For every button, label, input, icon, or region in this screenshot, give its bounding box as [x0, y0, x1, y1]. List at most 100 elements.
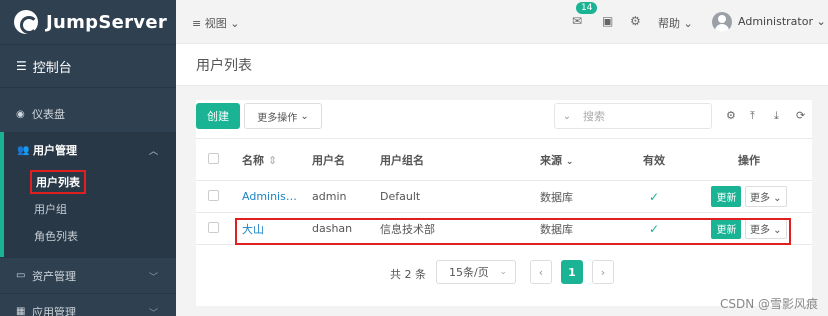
mail-icon[interactable]: ✉ [572, 14, 582, 28]
select-all-checkbox[interactable] [208, 152, 219, 164]
check-icon: ✓ [648, 221, 660, 236]
sidebar-item-app-management[interactable]: ▦ 应用管理 ﹀ [0, 293, 176, 316]
user-valid: ✓ [622, 212, 686, 245]
user-source: 数据库 [534, 180, 622, 213]
chevron-right-icon: › [600, 265, 606, 279]
sidebar-item-label: 仪表盘 [32, 108, 65, 121]
chevron-down-icon[interactable]: ⌄ [555, 111, 579, 122]
chevron-down-icon: ⌄ [499, 267, 507, 277]
sidebar-group-users: 👥 用户管理 ︿ 用户列表 用户组 角色列表 [0, 132, 176, 257]
table-header-row: 名称 ⇕ 用户名 用户组名 来源 ⌄ 有效 操作 [196, 138, 812, 181]
page-button[interactable]: 1 [561, 260, 583, 284]
download-icon[interactable]: ⤓ [774, 109, 779, 123]
sort-icon[interactable]: ⇕ [268, 154, 277, 167]
refresh-icon[interactable]: ⟳ [796, 109, 805, 122]
sliders-icon: ☰ [16, 59, 27, 73]
user-menu[interactable]: Administrator ⌄ [738, 15, 826, 28]
pagination: 共 2 条 15条/页 ⌄ ‹ 1 › [196, 258, 812, 288]
user-table: 名称 ⇕ 用户名 用户组名 来源 ⌄ 有效 操作 Adminis… admin … [196, 138, 812, 245]
page-size-select[interactable]: 15条/页 ⌄ [436, 260, 516, 284]
update-button[interactable]: 更新 [711, 186, 742, 207]
check-icon: ✓ [648, 189, 660, 204]
user-name-link[interactable]: 大山 [236, 212, 306, 245]
logo-text: JumpServer [46, 11, 168, 33]
avatar[interactable] [712, 12, 732, 32]
user-source: 数据库 [534, 212, 622, 245]
user-username: dashan [306, 212, 374, 245]
chevron-down-icon: ⌄ [816, 15, 826, 28]
chevron-left-icon: ‹ [538, 265, 544, 279]
terminal-icon[interactable]: ▣ [602, 14, 613, 28]
help-menu[interactable]: 帮助 ⌄ [658, 15, 693, 31]
pagination-total: 共 2 条 [390, 268, 426, 281]
chevron-down-icon: ⌄ [565, 156, 574, 167]
jumpserver-logo-icon [14, 10, 38, 34]
more-dropdown[interactable]: 更多 ⌄ [744, 218, 787, 239]
user-valid: ✓ [622, 180, 686, 213]
help-label: 帮助 [658, 17, 680, 30]
watermark: CSDN @雪影风痕 [719, 297, 818, 311]
more-actions-button[interactable]: 更多操作 ⌄ [244, 103, 322, 129]
more-dropdown[interactable]: 更多 ⌄ [744, 186, 787, 207]
gear-icon[interactable]: ⚙ [630, 14, 641, 28]
sidebar-subitem-user-group[interactable]: 用户组 [4, 195, 176, 222]
user-group: Default [374, 180, 534, 213]
update-button[interactable]: 更新 [711, 218, 742, 239]
notification-badge: 14 [576, 2, 598, 14]
topbar: ≡ 视图 ⌄ ✉ 14 ▣ ⚙ 帮助 ⌄ Administrator ⌄ [176, 0, 828, 44]
col-name[interactable]: 名称 ⇕ [236, 138, 306, 181]
user-list-panel: 创建 更多操作 ⌄ ⌄ 搜索 ⚙ ⤒ ⤓ ⟳ 名称 ⇕ 用户名 用户组名 来源 … [196, 100, 812, 306]
next-page-button[interactable]: › [592, 260, 614, 284]
search-input[interactable]: 搜索 [583, 108, 605, 124]
sidebar-subitem-label: 角色列表 [34, 229, 78, 243]
sidebar-subitem-label: 用户列表 [30, 169, 86, 194]
chevron-down-icon: ﹀ [148, 273, 158, 283]
inbox-icon: ▭ [16, 270, 26, 281]
console-link[interactable]: ☰ 控制台 [0, 44, 176, 88]
page-size-value: 15条/页 [449, 266, 489, 279]
prev-page-button[interactable]: ‹ [530, 260, 552, 284]
sidebar-subitem-user-list[interactable]: 用户列表 [4, 168, 176, 195]
select-all-cell [196, 138, 236, 181]
user-group: 信息技术部 [374, 212, 534, 245]
chevron-down-icon: ⌄ [683, 17, 693, 30]
more-label: 更多 [749, 193, 770, 204]
upload-icon[interactable]: ⤒ [750, 109, 755, 123]
row-select-cell [196, 180, 236, 213]
sidebar-subitem-label: 用户组 [34, 202, 67, 216]
sidebar-subitem-role-list[interactable]: 角色列表 [4, 222, 176, 249]
col-username: 用户名 [306, 138, 374, 181]
sidebar-item-asset-management[interactable]: ▭ 资产管理 ﹀ [0, 257, 176, 293]
view-menu[interactable]: ≡ 视图 ⌄ [192, 15, 239, 31]
settings-icon[interactable]: ⚙ [726, 109, 736, 122]
table-row: Adminis… admin Default 数据库 ✓ 更新 更多 ⌄ [196, 180, 812, 213]
row-checkbox[interactable] [208, 221, 219, 233]
sidebar-item-dashboard[interactable]: ◉ 仪表盘 [0, 96, 176, 132]
grid-icon: ▦ [16, 306, 26, 316]
col-source[interactable]: 来源 ⌄ [534, 138, 622, 181]
chevron-up-icon: ︿ [148, 147, 158, 157]
chevron-down-icon: ﹀ [148, 309, 158, 316]
view-label: 视图 [204, 17, 227, 30]
search-box[interactable]: ⌄ 搜索 [554, 103, 712, 129]
row-actions: 更新 更多 ⌄ [686, 212, 812, 245]
sidebar: JumpServer ☰ 控制台 ◉ 仪表盘 👥 用户管理 ︿ 用户列表 用户组… [0, 0, 176, 316]
col-source-label: 来源 [540, 153, 562, 167]
chevron-down-icon: ⌄ [773, 225, 782, 236]
menu-icon: ≡ [192, 17, 202, 30]
chevron-down-icon: ⌄ [297, 110, 309, 122]
create-button[interactable]: 创建 [196, 103, 240, 129]
logo[interactable]: JumpServer [0, 0, 176, 44]
col-actions: 操作 [686, 138, 812, 181]
chevron-down-icon: ⌄ [230, 17, 240, 30]
row-checkbox[interactable] [208, 189, 219, 201]
more-label: 更多 [749, 225, 770, 236]
table-row: 大山 dashan 信息技术部 数据库 ✓ 更新 更多 ⌄ [196, 212, 812, 245]
dashboard-icon: ◉ [16, 108, 25, 120]
page-title: 用户列表 [196, 57, 252, 74]
row-select-cell [196, 212, 236, 245]
sidebar-item-user-management[interactable]: 👥 用户管理 ︿ [4, 132, 176, 168]
users-icon: 👥 [17, 144, 30, 156]
page-header: 用户列表 [176, 44, 828, 86]
user-name-link[interactable]: Adminis… [236, 180, 306, 213]
